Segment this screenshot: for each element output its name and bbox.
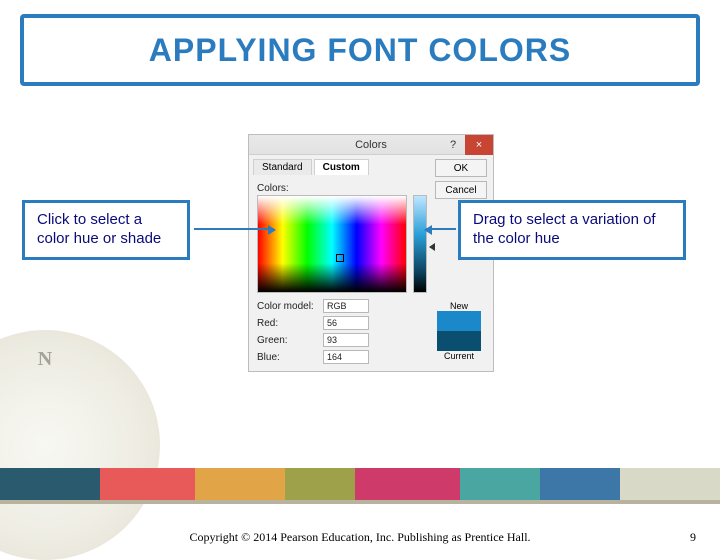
slide-title-frame: APPLYING FONT COLORS <box>20 14 700 86</box>
color-preview: New Current <box>437 301 481 361</box>
dialog-titlebar: Colors ? × <box>249 135 493 155</box>
page-number: 9 <box>690 530 696 545</box>
green-label: Green: <box>257 335 323 346</box>
blue-label: Blue: <box>257 352 323 363</box>
color-stripe <box>0 468 720 500</box>
color-model-fields: Color model: RGB Red: 56 Green: 93 Blue:… <box>257 299 369 367</box>
arrow-right-icon <box>426 228 456 230</box>
arrow-left-icon <box>194 228 274 230</box>
compass-decoration <box>0 330 160 560</box>
colors-label: Colors: <box>257 183 289 194</box>
hue-cursor-icon[interactable] <box>336 254 344 262</box>
slide-title: APPLYING FONT COLORS <box>149 32 571 69</box>
tab-standard[interactable]: Standard <box>253 159 312 175</box>
preview-new-swatch <box>437 311 481 331</box>
tab-custom[interactable]: Custom <box>314 159 369 175</box>
green-input[interactable]: 93 <box>323 333 369 347</box>
hue-field[interactable] <box>257 195 407 293</box>
cancel-button[interactable]: Cancel <box>435 181 487 199</box>
blue-input[interactable]: 164 <box>323 350 369 364</box>
lightness-thumb-icon[interactable] <box>429 243 435 251</box>
preview-current-label: Current <box>437 351 481 361</box>
red-label: Red: <box>257 318 323 329</box>
color-model-select[interactable]: RGB <box>323 299 369 313</box>
help-button[interactable]: ? <box>443 135 463 155</box>
ok-button[interactable]: OK <box>435 159 487 177</box>
red-input[interactable]: 56 <box>323 316 369 330</box>
preview-new-label: New <box>437 301 481 311</box>
callout-left: Click to select a color hue or shade <box>22 200 190 260</box>
callout-right: Drag to select a variation of the color … <box>458 200 686 260</box>
divider-bar <box>0 500 720 504</box>
copyright-text: Copyright © 2014 Pearson Education, Inc.… <box>0 530 720 545</box>
close-button[interactable]: × <box>465 135 493 155</box>
color-model-label: Color model: <box>257 301 323 312</box>
lightness-slider[interactable] <box>413 195 427 293</box>
preview-current-swatch <box>437 331 481 351</box>
